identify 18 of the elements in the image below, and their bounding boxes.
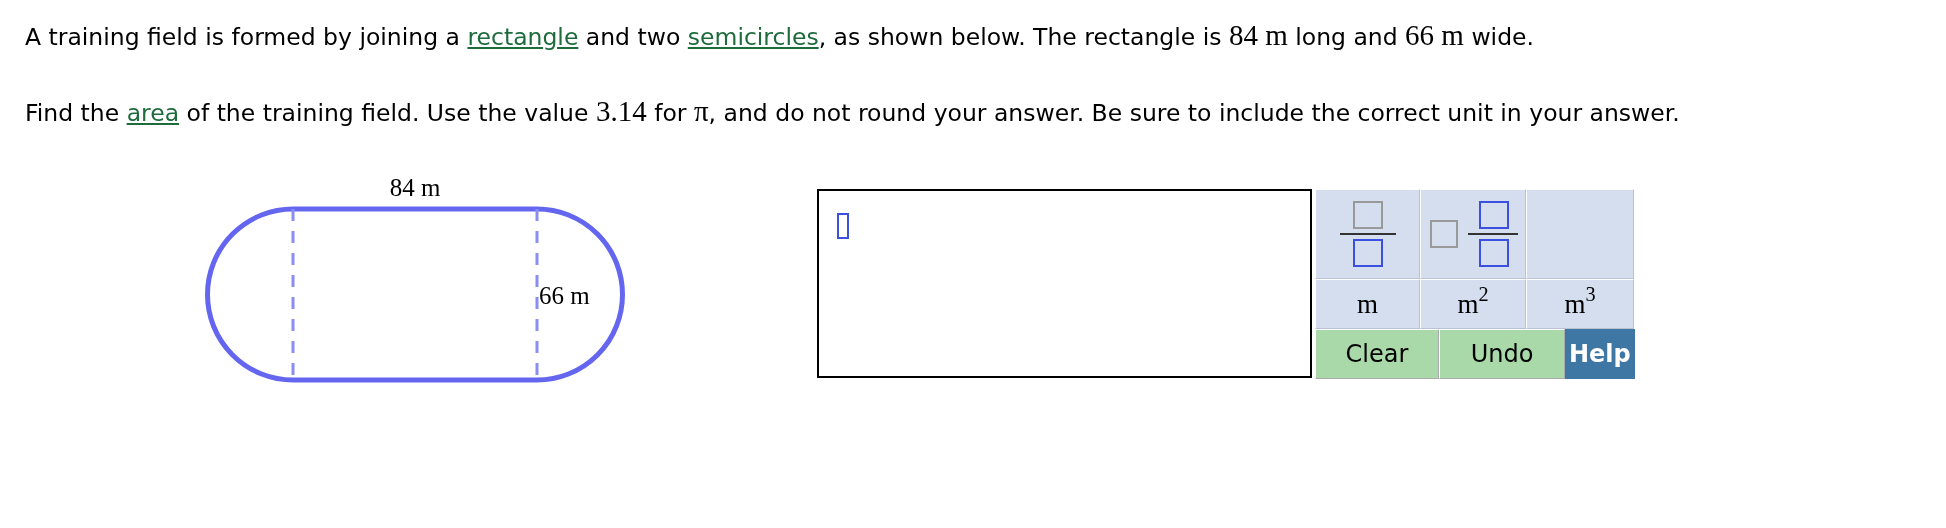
dimension-label: 84 m bbox=[389, 174, 441, 201]
mixed-number-button[interactable] bbox=[1420, 189, 1526, 279]
unit-button[interactable]: m$^{3}$ bbox=[1526, 279, 1634, 329]
question-text: A training field is formed by joining a rectangle and two semicircles, as shown below. The rectangle is 84 m long and 66 m wide. bbox=[25, 18, 1535, 53]
help-button[interactable]: Help bbox=[1565, 329, 1635, 379]
dimension-label: 66 m bbox=[539, 282, 590, 309]
unit-button[interactable]: m$^{2}$ bbox=[1420, 279, 1526, 329]
keypad-button[interactable]: Clear bbox=[1315, 329, 1439, 379]
answer-field[interactable] bbox=[817, 189, 1312, 378]
term-link[interactable]: rectangle bbox=[467, 23, 579, 51]
term-link[interactable]: area bbox=[126, 99, 180, 127]
mixed-number-icon bbox=[1428, 199, 1518, 269]
cursor-icon bbox=[837, 213, 849, 239]
unit-button[interactable]: m bbox=[1315, 279, 1420, 329]
keypad-button[interactable]: Undo bbox=[1439, 329, 1565, 379]
fraction-button[interactable] bbox=[1315, 189, 1420, 279]
term-link[interactable]: semicircles bbox=[687, 23, 819, 51]
question-text: Find the area of the training field. Use the value 3.14 for π, and do not round your answer. Be sure to include the correct unit in your answer. bbox=[25, 94, 1681, 129]
